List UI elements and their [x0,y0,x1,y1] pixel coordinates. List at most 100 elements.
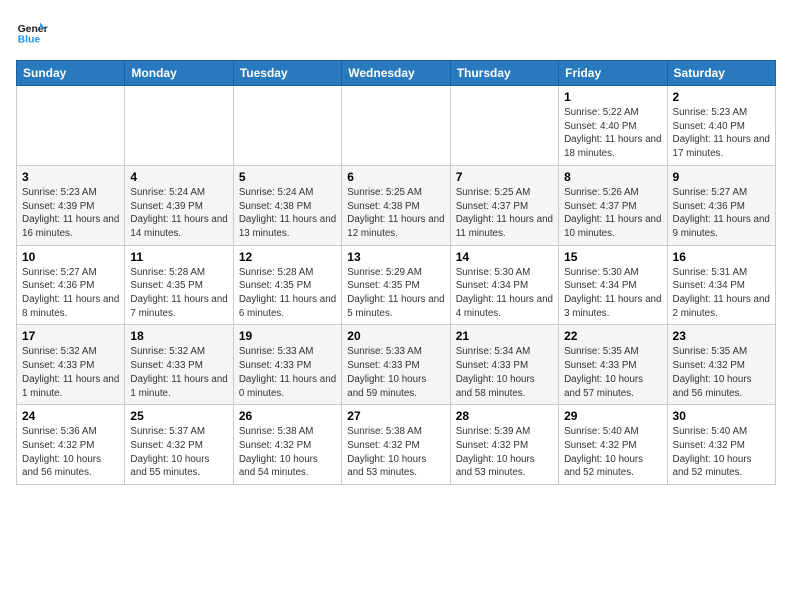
day-number: 24 [22,409,119,423]
day-number: 22 [564,329,661,343]
day-number: 6 [347,170,444,184]
weekday-header-sunday: Sunday [17,61,125,86]
calendar-cell [233,86,341,166]
day-number: 3 [22,170,119,184]
calendar-cell: 14 Sunrise: 5:30 AMSunset: 4:34 PMDayligh… [450,245,558,325]
day-info: Sunrise: 5:27 AMSunset: 4:36 PMDaylight:… [673,186,770,241]
calendar-cell: 4 Sunrise: 5:24 AMSunset: 4:39 PMDaylight… [125,165,233,245]
day-info: Sunrise: 5:32 AMSunset: 4:33 PMDaylight:… [130,345,227,400]
day-number: 1 [564,90,661,104]
calendar-cell: 9 Sunrise: 5:27 AMSunset: 4:36 PMDaylight… [667,165,775,245]
calendar-cell: 19 Sunrise: 5:33 AMSunset: 4:33 PMDayligh… [233,325,341,405]
day-number: 20 [347,329,444,343]
day-info: Sunrise: 5:38 AMSunset: 4:32 PMDaylight:… [239,425,336,480]
calendar-cell: 12 Sunrise: 5:28 AMSunset: 4:35 PMDayligh… [233,245,341,325]
day-number: 29 [564,409,661,423]
calendar-cell [450,86,558,166]
day-info: Sunrise: 5:35 AMSunset: 4:32 PMDaylight:… [673,345,770,400]
day-number: 13 [347,250,444,264]
calendar-cell: 25Sunrise: 5:37 AMSunset: 4:32 PMDayligh… [125,405,233,485]
day-info: Sunrise: 5:40 AMSunset: 4:32 PMDaylight:… [673,425,770,480]
day-info: Sunrise: 5:24 AMSunset: 4:38 PMDaylight:… [239,186,336,241]
week-row-1: 3 Sunrise: 5:23 AMSunset: 4:39 PMDaylight… [17,165,776,245]
day-info: Sunrise: 5:30 AMSunset: 4:34 PMDaylight:… [456,266,553,321]
day-number: 26 [239,409,336,423]
week-row-0: 1 Sunrise: 5:22 AMSunset: 4:40 PMDaylight… [17,86,776,166]
calendar-cell: 28 Sunrise: 5:39 AMSunset: 4:32 PMDayligh… [450,405,558,485]
logo: General Blue [16,16,52,48]
calendar-cell: 13 Sunrise: 5:29 AMSunset: 4:35 PMDayligh… [342,245,450,325]
weekday-header-tuesday: Tuesday [233,61,341,86]
calendar-cell: 6 Sunrise: 5:25 AMSunset: 4:38 PMDaylight… [342,165,450,245]
week-row-2: 10 Sunrise: 5:27 AMSunset: 4:36 PMDayligh… [17,245,776,325]
day-number: 19 [239,329,336,343]
day-info: Sunrise: 5:35 AMSunset: 4:33 PMDaylight:… [564,345,661,400]
day-info: Sunrise: 5:39 AMSunset: 4:32 PMDaylight:… [456,425,553,480]
weekday-header-row: SundayMondayTuesdayWednesdayThursdayFrid… [17,61,776,86]
day-info: Sunrise: 5:33 AMSunset: 4:33 PMDaylight:… [347,345,444,400]
calendar-cell: 15 Sunrise: 5:30 AMSunset: 4:34 PMDayligh… [559,245,667,325]
calendar-cell: 8Sunrise: 5:26 AMSunset: 4:37 PMDaylight… [559,165,667,245]
calendar-cell: 27 Sunrise: 5:38 AMSunset: 4:32 PMDayligh… [342,405,450,485]
day-number: 18 [130,329,227,343]
day-number: 11 [130,250,227,264]
weekday-header-saturday: Saturday [667,61,775,86]
day-number: 27 [347,409,444,423]
page-header: General Blue [16,16,776,48]
day-info: Sunrise: 5:38 AMSunset: 4:32 PMDaylight:… [347,425,444,480]
calendar-cell: 18 Sunrise: 5:32 AMSunset: 4:33 PMDayligh… [125,325,233,405]
weekday-header-monday: Monday [125,61,233,86]
day-number: 17 [22,329,119,343]
week-row-4: 24Sunrise: 5:36 AMSunset: 4:32 PMDayligh… [17,405,776,485]
calendar-cell: 21Sunrise: 5:34 AMSunset: 4:33 PMDayligh… [450,325,558,405]
day-info: Sunrise: 5:37 AMSunset: 4:32 PMDaylight:… [130,425,227,480]
day-info: Sunrise: 5:25 AMSunset: 4:38 PMDaylight:… [347,186,444,241]
day-info: Sunrise: 5:29 AMSunset: 4:35 PMDaylight:… [347,266,444,321]
day-info: Sunrise: 5:40 AMSunset: 4:32 PMDaylight:… [564,425,661,480]
calendar-cell: 30 Sunrise: 5:40 AMSunset: 4:32 PMDayligh… [667,405,775,485]
day-info: Sunrise: 5:23 AMSunset: 4:40 PMDaylight:… [673,106,770,161]
svg-text:Blue: Blue [18,34,41,45]
day-number: 30 [673,409,770,423]
logo-icon: General Blue [16,16,48,48]
day-number: 14 [456,250,553,264]
calendar-cell: 10 Sunrise: 5:27 AMSunset: 4:36 PMDayligh… [17,245,125,325]
calendar-cell: 24Sunrise: 5:36 AMSunset: 4:32 PMDayligh… [17,405,125,485]
day-info: Sunrise: 5:31 AMSunset: 4:34 PMDaylight:… [673,266,770,321]
calendar-cell: 20 Sunrise: 5:33 AMSunset: 4:33 PMDayligh… [342,325,450,405]
calendar-cell: 17 Sunrise: 5:32 AMSunset: 4:33 PMDayligh… [17,325,125,405]
day-info: Sunrise: 5:24 AMSunset: 4:39 PMDaylight:… [130,186,227,241]
day-info: Sunrise: 5:26 AMSunset: 4:37 PMDaylight:… [564,186,661,241]
day-info: Sunrise: 5:23 AMSunset: 4:39 PMDaylight:… [22,186,119,241]
day-info: Sunrise: 5:30 AMSunset: 4:34 PMDaylight:… [564,266,661,321]
day-info: Sunrise: 5:28 AMSunset: 4:35 PMDaylight:… [130,266,227,321]
calendar-cell [17,86,125,166]
calendar-cell: 23 Sunrise: 5:35 AMSunset: 4:32 PMDayligh… [667,325,775,405]
calendar-cell: 22 Sunrise: 5:35 AMSunset: 4:33 PMDayligh… [559,325,667,405]
day-number: 28 [456,409,553,423]
day-info: Sunrise: 5:28 AMSunset: 4:35 PMDaylight:… [239,266,336,321]
day-number: 4 [130,170,227,184]
calendar-cell: 26 Sunrise: 5:38 AMSunset: 4:32 PMDayligh… [233,405,341,485]
day-number: 10 [22,250,119,264]
weekday-header-friday: Friday [559,61,667,86]
day-number: 15 [564,250,661,264]
day-number: 21 [456,329,553,343]
weekday-header-wednesday: Wednesday [342,61,450,86]
day-number: 16 [673,250,770,264]
day-number: 9 [673,170,770,184]
calendar-cell: 1 Sunrise: 5:22 AMSunset: 4:40 PMDaylight… [559,86,667,166]
day-number: 23 [673,329,770,343]
calendar-cell: 16 Sunrise: 5:31 AMSunset: 4:34 PMDayligh… [667,245,775,325]
day-number: 12 [239,250,336,264]
weekday-header-thursday: Thursday [450,61,558,86]
day-info: Sunrise: 5:27 AMSunset: 4:36 PMDaylight:… [22,266,119,321]
calendar-cell: 29 Sunrise: 5:40 AMSunset: 4:32 PMDayligh… [559,405,667,485]
day-info: Sunrise: 5:33 AMSunset: 4:33 PMDaylight:… [239,345,336,400]
day-info: Sunrise: 5:22 AMSunset: 4:40 PMDaylight:… [564,106,661,161]
day-info: Sunrise: 5:32 AMSunset: 4:33 PMDaylight:… [22,345,119,400]
calendar-cell: 3 Sunrise: 5:23 AMSunset: 4:39 PMDaylight… [17,165,125,245]
day-number: 5 [239,170,336,184]
svg-text:General: General [18,24,48,35]
calendar-cell: 5 Sunrise: 5:24 AMSunset: 4:38 PMDaylight… [233,165,341,245]
